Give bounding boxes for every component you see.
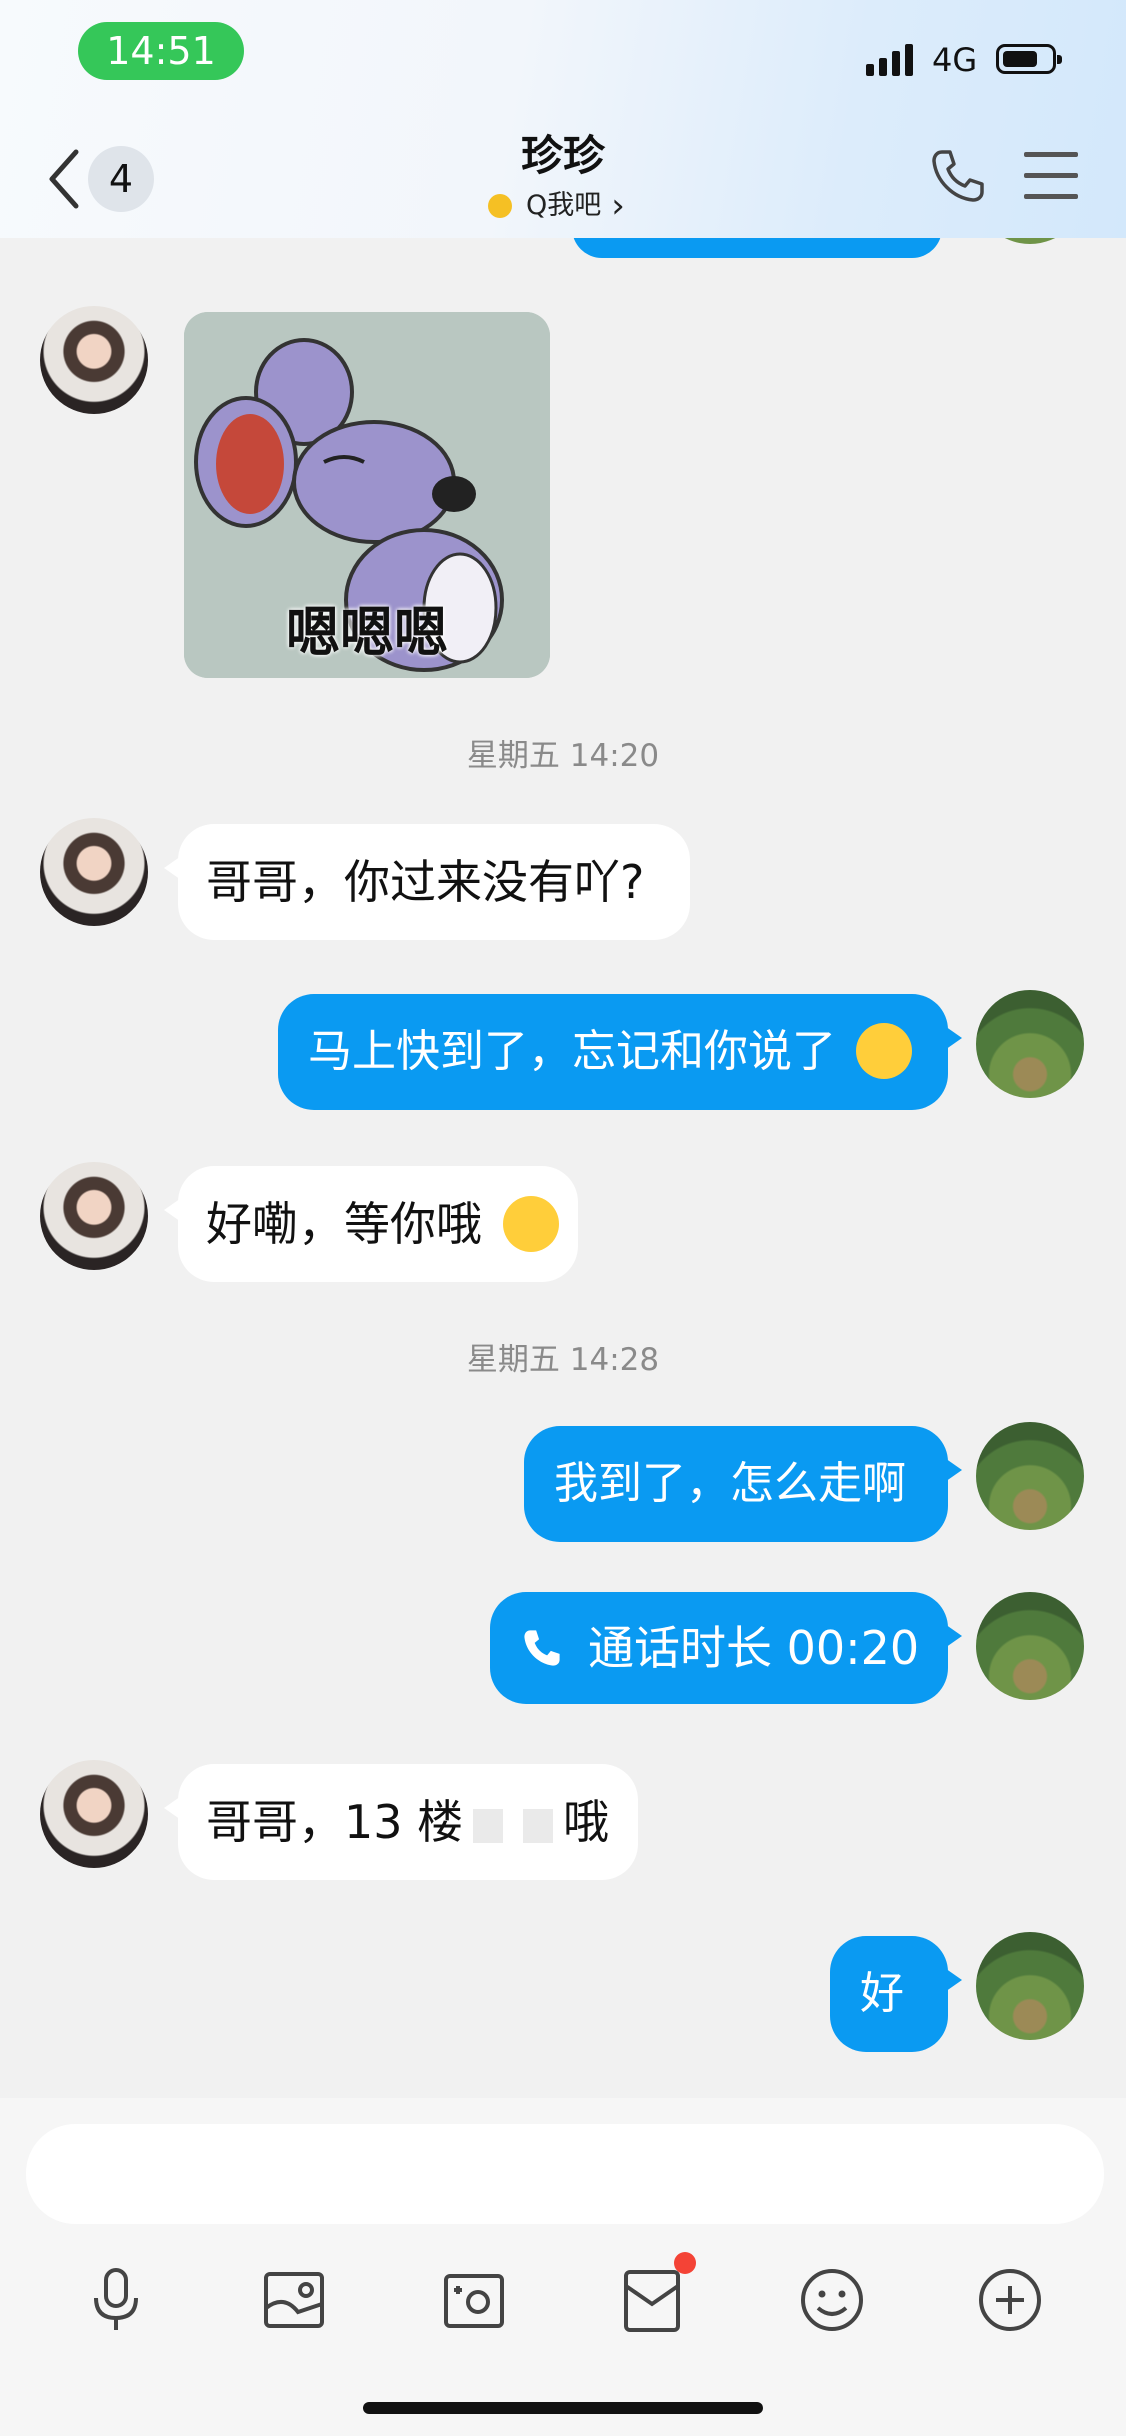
status-time: 14:51 bbox=[78, 22, 244, 80]
chat-header: 14:51 4G 4 珍珍 Q我吧 › bbox=[0, 0, 1126, 238]
message-input[interactable] bbox=[26, 2124, 1104, 2224]
network-type: 4G bbox=[932, 41, 978, 79]
sticker-image[interactable]: 嗯嗯嗯 bbox=[184, 312, 550, 678]
battery-icon bbox=[996, 44, 1062, 74]
message-text: 好嘞，等你哦 bbox=[206, 1197, 482, 1251]
contact-status[interactable]: Q我吧 › bbox=[488, 188, 625, 224]
timestamp: 星期五 14:20 bbox=[466, 738, 660, 774]
redacted-text bbox=[523, 1808, 554, 1843]
status-text: Q我吧 bbox=[526, 190, 602, 221]
phone-call-icon bbox=[524, 1629, 560, 1666]
my-avatar[interactable] bbox=[976, 1592, 1084, 1700]
relieved-face-icon bbox=[502, 1195, 559, 1252]
message-bubble-incoming[interactable]: 好嘞，等你哦 bbox=[164, 1166, 578, 1282]
menu-icon[interactable] bbox=[1024, 152, 1078, 200]
message-text: 马上快到了，忘记和你说了 bbox=[308, 1026, 836, 1077]
my-avatar[interactable] bbox=[976, 1422, 1084, 1530]
camera-icon[interactable] bbox=[438, 2264, 510, 2336]
contact-avatar[interactable] bbox=[40, 306, 148, 414]
call-record-bubble[interactable]: 通话时长 00:20 bbox=[490, 1592, 962, 1704]
message-text: 哥哥，13 楼 bbox=[206, 1795, 464, 1849]
face-with-tears-of-joy-icon bbox=[856, 1022, 912, 1079]
status-sun-icon bbox=[488, 194, 512, 218]
home-indicator bbox=[363, 2402, 763, 2414]
composer bbox=[0, 2098, 1126, 2436]
contact-avatar[interactable] bbox=[40, 1162, 148, 1270]
plus-icon[interactable] bbox=[974, 2264, 1046, 2336]
phone-call-icon[interactable] bbox=[928, 146, 988, 206]
message-text: 哥哥，你过来没有吖? bbox=[206, 855, 645, 909]
my-avatar[interactable] bbox=[976, 1932, 1084, 2040]
notification-dot bbox=[674, 2252, 696, 2274]
message-bubble-outgoing[interactable]: 马上快到了，忘记和你说了 bbox=[278, 994, 962, 1110]
message-bubble-incoming[interactable]: 哥哥，13 楼 哦 bbox=[164, 1764, 638, 1880]
message-text: 我到了，怎么走啊 bbox=[554, 1458, 906, 1509]
message-bubble-outgoing[interactable]: 好 bbox=[830, 1936, 962, 2052]
message-text: 哦 bbox=[563, 1795, 610, 1849]
timestamp: 星期五 14:28 bbox=[466, 1342, 660, 1378]
message-text: 好 bbox=[860, 1968, 904, 2019]
red-packet-button[interactable] bbox=[616, 2252, 696, 2336]
image-icon[interactable] bbox=[258, 2264, 330, 2336]
emoji-icon[interactable] bbox=[796, 2264, 868, 2336]
sticker-caption: 嗯嗯嗯 bbox=[286, 601, 448, 664]
contact-avatar[interactable] bbox=[40, 818, 148, 926]
contact-avatar[interactable] bbox=[40, 1760, 148, 1868]
chevron-right-icon: › bbox=[611, 186, 625, 226]
red-packet-icon bbox=[624, 2270, 680, 2332]
message-bubble-incoming[interactable]: 哥哥，你过来没有吖? bbox=[164, 824, 690, 940]
redacted-text bbox=[473, 1808, 504, 1843]
microphone-icon[interactable] bbox=[80, 2264, 152, 2336]
my-avatar[interactable] bbox=[976, 990, 1084, 1098]
call-duration-text: 通话时长 00:20 bbox=[588, 1621, 920, 1675]
cellular-signal-icon bbox=[866, 44, 914, 76]
message-bubble-outgoing[interactable]: 我到了，怎么走啊 bbox=[524, 1426, 962, 1542]
